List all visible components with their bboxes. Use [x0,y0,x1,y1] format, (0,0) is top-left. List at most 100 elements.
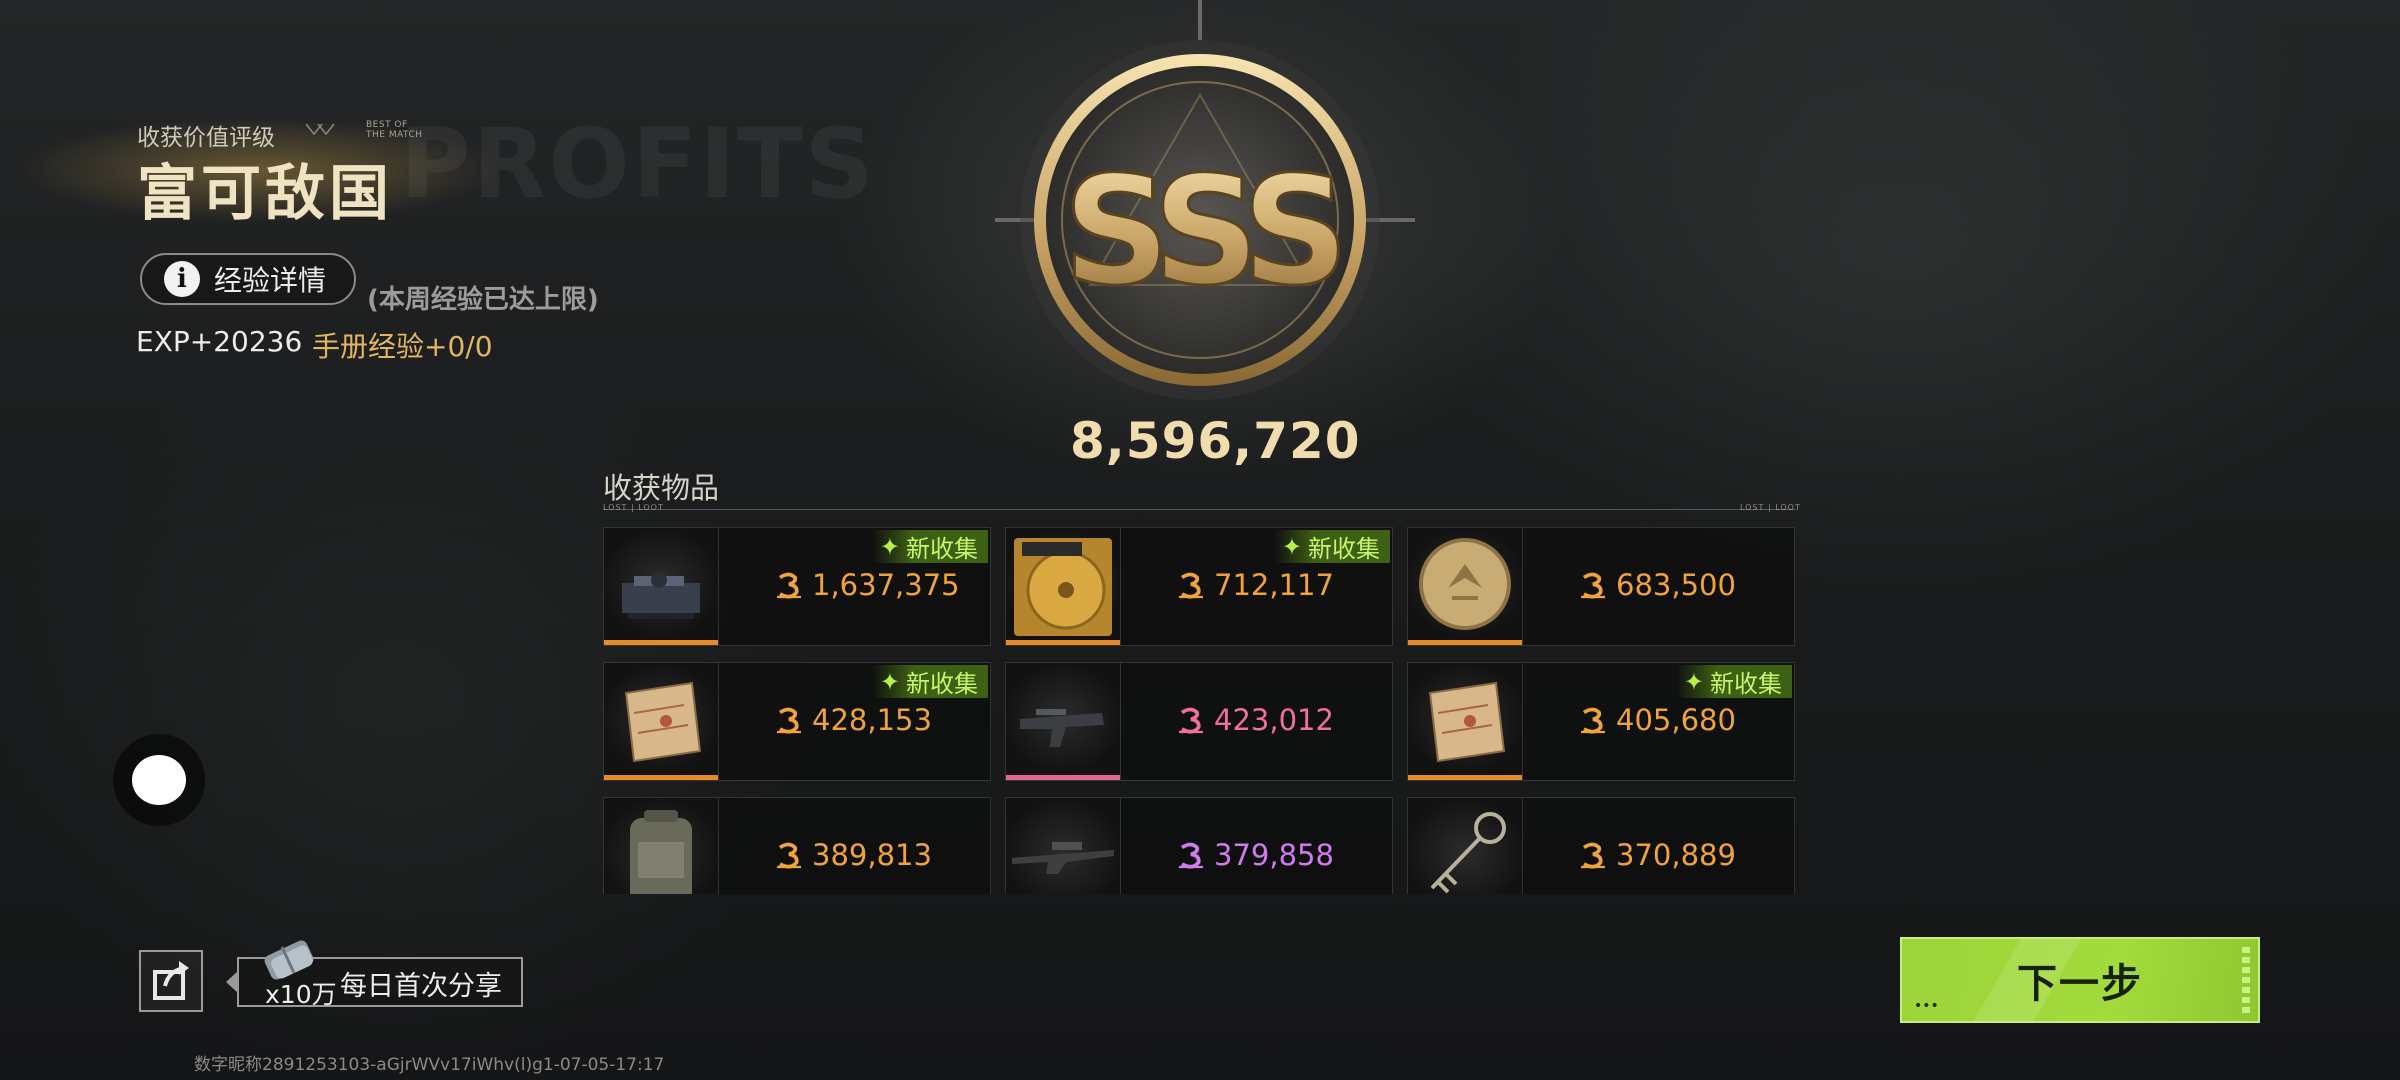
gold-record-icon [1014,538,1112,636]
new-collection-badge: ✦ 新收集 [1675,665,1792,698]
smg-icon [1020,709,1104,747]
loot-divider [603,509,1796,510]
loot-grid: 1,637,375 ✦ 新收集 712,117 ✦ 新收集 683,500 428,153 ✦ 新… [603,527,1796,894]
loot-item-price: 370,889 [1578,838,1736,872]
loot-item-thumbnail [604,798,719,894]
next-button-dots: ••• [1914,998,1939,1014]
backpack-icon [630,810,692,894]
currency-icon [777,842,801,869]
loot-item-thumbnail [1006,663,1121,780]
currency-icon [777,572,801,599]
best-of-match-tag: BEST OF THE MATCH [366,120,423,140]
loot-item-price: 423,012 [1176,703,1334,737]
next-step-button[interactable]: 下一步 ••• [1900,937,2260,1023]
player-id-footer: 数字昵称2891253103-aGjrWVv17iWhv(l)g1-07-05-… [194,1055,665,1075]
total-value: 8,596,720 [1058,412,1360,470]
share-icon [153,961,189,1000]
share-button[interactable] [139,950,203,1012]
loot-section-title: 收获物品 [603,471,720,505]
loot-item-rarity-bar [1408,775,1522,780]
sparkle-icon: ✦ [1683,667,1704,696]
best-of-match-mark-icon [306,123,335,136]
sss-grade-emblem: SSS [995,0,1415,400]
loot-item-card[interactable]: 428,153 ✦ 新收集 [603,662,991,781]
loot-item-card[interactable]: 1,637,375 ✦ 新收集 [603,527,991,646]
sparkle-icon: ✦ [879,667,900,696]
loot-item-thumbnail [1408,663,1523,780]
loot-item-thumbnail [604,663,719,780]
tag-line-1: BEST OF [366,120,408,130]
daily-share-label: 每日首次分享 [340,971,502,1002]
loot-item-thumbnail [1006,798,1121,894]
loot-item-price: 389,813 [774,838,932,872]
next-button-stripe [2242,947,2250,1013]
new-collection-badge: ✦ 新收集 [1273,530,1390,563]
loot-item-thumbnail [1408,528,1523,645]
loot-item-card[interactable]: 389,813 [603,797,991,894]
key-icon [1430,812,1506,894]
rating-background-word: PROFITS [400,108,876,220]
loot-item-value: 1,637,375 [812,568,960,602]
experience-details-label: 经验详情 [214,264,327,297]
loot-item-value: 405,680 [1616,703,1736,737]
turntable-icon [622,572,700,619]
loot-item-price: 405,680 [1578,703,1736,737]
loot-item-value: 379,858 [1214,838,1334,872]
currency-icon [1179,572,1203,599]
loot-item-value: 423,012 [1214,703,1334,737]
exp-gain: EXP+20236 [136,325,303,358]
new-collection-label: 新收集 [906,535,978,563]
sparkle-icon: ✦ [1281,532,1302,561]
loot-line-tag-left: LOST | LOOT [603,503,664,512]
loot-item-rarity-bar [604,775,718,780]
new-collection-label: 新收集 [1308,535,1380,563]
loot-item-price: 379,858 [1176,838,1334,872]
currency-icon [1581,572,1605,599]
currency-icon [1581,842,1605,869]
loot-item-thumbnail [1408,798,1523,894]
loot-item-card[interactable]: 683,500 [1407,527,1795,646]
weekly-limit-note: (本周经验已达上限) [367,285,599,315]
treasure-map-icon [624,681,702,763]
loot-item-card[interactable]: 712,117 ✦ 新收集 [1005,527,1393,646]
loot-item-rarity-bar [604,640,718,645]
loot-item-price: 712,117 [1176,568,1334,602]
loot-item-value: 712,117 [1214,568,1334,602]
handbook-exp: 手册经验+0/0 [312,330,493,363]
new-collection-badge: ✦ 新收集 [871,665,988,698]
loot-item-rarity-bar [1408,640,1522,645]
loot-item-rarity-bar [1006,775,1120,780]
new-collection-badge: ✦ 新收集 [871,530,988,563]
loot-item-price: 683,500 [1578,568,1736,602]
loot-item-thumbnail [1006,528,1121,645]
sniper-rifle-icon [1012,842,1114,874]
info-icon: i [164,261,200,297]
tag-line-2: THE MATCH [366,130,423,140]
loot-item-rarity-bar [1006,640,1120,645]
experience-details-button[interactable]: i 经验详情 [140,253,356,305]
loot-item-card[interactable]: 379,858 [1005,797,1393,894]
loot-line-tag-right: LOST | LOOT [1740,503,1801,512]
loot-item-price: 428,153 [774,703,932,737]
currency-icon [1179,842,1203,869]
loot-item-card[interactable]: 423,012 [1005,662,1393,781]
floating-assist-button[interactable] [132,755,186,805]
loot-item-value: 428,153 [812,703,932,737]
loot-item-card[interactable]: 405,680 ✦ 新收集 [1407,662,1795,781]
loot-item-value: 683,500 [1616,568,1736,602]
new-collection-label: 新收集 [906,670,978,698]
currency-icon [1581,707,1605,734]
grade-text: SSS [1063,145,1340,319]
loot-item-card[interactable]: 370,889 [1407,797,1795,894]
loot-item-value: 370,889 [1616,838,1736,872]
rating-title: 富可敌国 [137,159,393,229]
next-step-label: 下一步 [2017,961,2143,1007]
new-collection-label: 新收集 [1710,670,1782,698]
gold-medal-icon [1419,538,1511,630]
currency-icon [777,707,801,734]
currency-icon [1179,707,1203,734]
share-reward-amount: x10万 [265,980,337,1009]
total-value-text: 8,596,720 [1070,412,1361,470]
loot-item-thumbnail [604,528,719,645]
sparkle-icon: ✦ [879,532,900,561]
